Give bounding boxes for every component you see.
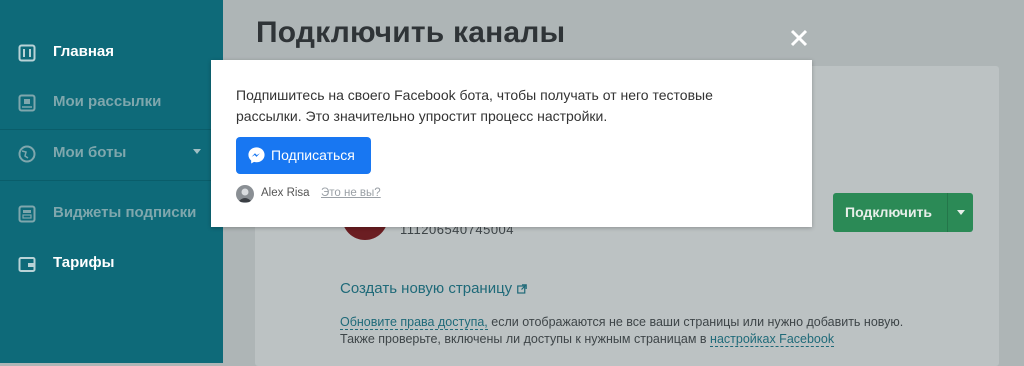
sidebar-item-label: Тарифы xyxy=(53,254,115,271)
page-title: Подключить каналы xyxy=(256,16,566,49)
subscribe-popup: Подпишитесь на своего Facebook бота, что… xyxy=(211,60,812,227)
help-text-line-1: Обновите права доступа, если отображаютс… xyxy=(340,315,904,330)
facebook-settings-link[interactable]: настройках Facebook xyxy=(710,332,835,347)
close-icon[interactable] xyxy=(787,26,811,50)
sidebar-item-home[interactable]: Главная xyxy=(0,28,223,78)
connect-button-label: Подключить xyxy=(845,204,933,220)
help-text-line-2: Также проверьте, включены ли доступы к н… xyxy=(340,332,835,347)
help-text: Также проверьте, включены ли доступы к н… xyxy=(340,332,711,346)
sidebar-item-label: Главная xyxy=(53,43,115,60)
wallet-icon xyxy=(18,257,36,272)
globe-icon xyxy=(18,145,36,163)
sidebar-item-newsletters[interactable]: Мои рассылки xyxy=(0,78,223,128)
create-page-link[interactable]: Создать новую страницу xyxy=(340,280,527,297)
not-you-link[interactable]: Это не вы? xyxy=(321,187,381,199)
external-link-icon xyxy=(517,284,527,294)
subscribe-button[interactable]: Подписаться xyxy=(236,137,371,174)
sidebar: Главная Мои рассылки Мои боты Виджеты по… xyxy=(0,0,223,363)
sidebar-divider xyxy=(0,180,223,181)
avatar xyxy=(236,185,254,203)
update-permissions-link[interactable]: Обновите права доступа, xyxy=(340,315,488,330)
subscribe-button-label: Подписаться xyxy=(271,147,355,163)
sidebar-item-label: Мои рассылки xyxy=(53,93,162,110)
newsletter-icon xyxy=(18,94,36,112)
sidebar-item-label: Мои боты xyxy=(53,144,127,161)
button-separator xyxy=(947,193,948,232)
create-page-link-label: Создать новую страницу xyxy=(340,280,513,297)
user-name: Alex Risa xyxy=(261,187,310,199)
dashboard-icon xyxy=(18,44,36,62)
help-text: если отображаются не все ваши страницы и… xyxy=(487,315,904,329)
sidebar-item-widgets[interactable]: Виджеты подписки xyxy=(0,189,223,239)
connect-button[interactable]: Подключить xyxy=(833,193,973,232)
chevron-down-icon xyxy=(193,149,201,154)
popup-message: Подпишитесь на своего Facebook бота, что… xyxy=(236,87,713,124)
sidebar-item-tariffs[interactable]: Тарифы xyxy=(0,239,223,289)
widget-icon xyxy=(18,205,36,223)
sidebar-item-label: Виджеты подписки xyxy=(53,204,197,221)
messenger-icon xyxy=(248,147,265,164)
chevron-down-icon[interactable] xyxy=(957,210,965,215)
sidebar-item-bots[interactable]: Мои боты xyxy=(0,129,223,179)
